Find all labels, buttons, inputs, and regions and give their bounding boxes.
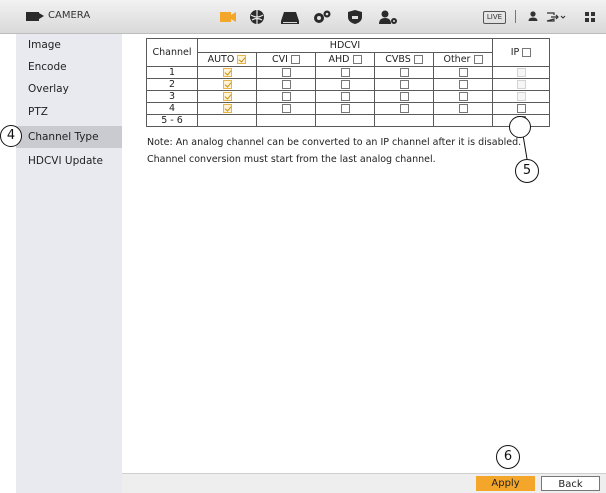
channel-cell: 1 xyxy=(146,66,198,79)
cvbs-checkbox[interactable] xyxy=(399,92,409,101)
other-checkbox[interactable] xyxy=(458,92,468,101)
ip-checkbox xyxy=(516,68,526,77)
camera-icon xyxy=(26,12,44,21)
other-select-all-checkbox[interactable] xyxy=(473,55,483,64)
ahd-checkbox[interactable] xyxy=(340,104,350,113)
auto-checkbox[interactable] xyxy=(222,80,232,89)
ahd-checkbox[interactable] xyxy=(340,80,350,89)
live-button[interactable]: LIVE xyxy=(483,11,506,24)
cvbs-select-all-checkbox[interactable] xyxy=(413,55,423,64)
header-cvi-label: CVI xyxy=(272,54,288,65)
callout-ring xyxy=(509,116,531,138)
table-row: 2 xyxy=(146,78,550,91)
storage-module-icon[interactable] xyxy=(280,9,300,25)
callout-5: 5 xyxy=(515,159,539,183)
cvbs-checkbox[interactable] xyxy=(399,104,409,113)
ip-checkbox xyxy=(516,92,526,101)
cvi-checkbox[interactable] xyxy=(281,80,291,89)
ip-checkbox[interactable] xyxy=(516,104,526,113)
channel-type-table: Channel HDCVI IP AUTO CVI AHD CVBS Other… xyxy=(146,38,550,127)
note-line-2: Channel conversion must start from the l… xyxy=(147,154,436,165)
user-icon[interactable] xyxy=(527,10,539,24)
table-row: 5 - 6 xyxy=(146,114,550,127)
table-row: 1 xyxy=(146,66,550,79)
other-checkbox[interactable] xyxy=(458,68,468,77)
table-row: 4 xyxy=(146,102,550,115)
ahd-checkbox[interactable] xyxy=(340,68,350,77)
cvbs-checkbox[interactable] xyxy=(399,68,409,77)
header-ip: IP xyxy=(492,38,550,67)
cvbs-checkbox[interactable] xyxy=(399,80,409,89)
other-checkbox[interactable] xyxy=(458,80,468,89)
logout-icon[interactable] xyxy=(545,10,567,24)
auto-checkbox[interactable] xyxy=(222,68,232,77)
other-checkbox[interactable] xyxy=(458,104,468,113)
header-other-label: Other xyxy=(443,54,471,65)
note-line-1: Note: An analog channel can be converted… xyxy=(147,137,522,148)
apply-button[interactable]: Apply xyxy=(476,476,535,491)
header-channel: Channel xyxy=(146,38,198,67)
sidebar: Image Encode Overlay PTZ Channel Type HD… xyxy=(16,34,122,493)
header-auto: AUTO xyxy=(197,52,257,67)
sidebar-item-encode[interactable]: Encode xyxy=(16,56,122,78)
account-module-icon[interactable] xyxy=(378,9,398,25)
app-title: CAMERA xyxy=(48,10,91,21)
network-module-icon[interactable] xyxy=(247,9,267,25)
ahd-select-all-checkbox[interactable] xyxy=(352,55,362,64)
cvi-checkbox[interactable] xyxy=(281,92,291,101)
header-cvbs: CVBS xyxy=(374,52,434,67)
security-module-icon[interactable] xyxy=(345,9,365,25)
back-button[interactable]: Back xyxy=(541,476,600,491)
callout-6: 6 xyxy=(496,445,520,469)
table-row: 3 xyxy=(146,90,550,103)
ip-select-all-checkbox[interactable] xyxy=(522,48,532,57)
sidebar-item-hdcvi-update[interactable]: HDCVI Update xyxy=(16,150,122,172)
header-ahd: AHD xyxy=(315,52,375,67)
channel-cell: 2 xyxy=(146,78,198,91)
system-module-icon[interactable] xyxy=(312,9,332,25)
cvi-checkbox[interactable] xyxy=(281,104,291,113)
cvi-checkbox[interactable] xyxy=(281,68,291,77)
header-cvbs-label: CVBS xyxy=(385,54,411,65)
header-cvi: CVI xyxy=(256,52,316,67)
channel-cell: 3 xyxy=(146,90,198,103)
camera-module-icon[interactable] xyxy=(218,9,238,25)
header-ahd-label: AHD xyxy=(328,54,350,65)
sidebar-item-image[interactable]: Image xyxy=(16,34,122,56)
header-auto-label: AUTO xyxy=(207,54,235,65)
header-hdcvi: HDCVI xyxy=(197,38,493,53)
cvi-select-all-checkbox[interactable] xyxy=(290,55,300,64)
grid-icon[interactable] xyxy=(584,10,596,24)
sidebar-item-channel-type[interactable]: Channel Type xyxy=(16,126,122,148)
auto-checkbox[interactable] xyxy=(222,104,232,113)
auto-checkbox[interactable] xyxy=(222,92,232,101)
ip-checkbox xyxy=(516,80,526,89)
sidebar-item-overlay[interactable]: Overlay xyxy=(16,78,122,100)
sidebar-item-ptz[interactable]: PTZ xyxy=(16,101,122,123)
auto-select-all-checkbox[interactable] xyxy=(237,55,247,64)
divider xyxy=(515,10,516,23)
header-ip-label: IP xyxy=(510,47,520,58)
channel-cell: 5 - 6 xyxy=(146,114,198,127)
ahd-checkbox[interactable] xyxy=(340,92,350,101)
header-other: Other xyxy=(433,52,493,67)
channel-cell: 4 xyxy=(146,102,198,115)
callout-4: 4 xyxy=(0,125,22,147)
top-bar: CAMERA LIVE xyxy=(0,0,606,34)
